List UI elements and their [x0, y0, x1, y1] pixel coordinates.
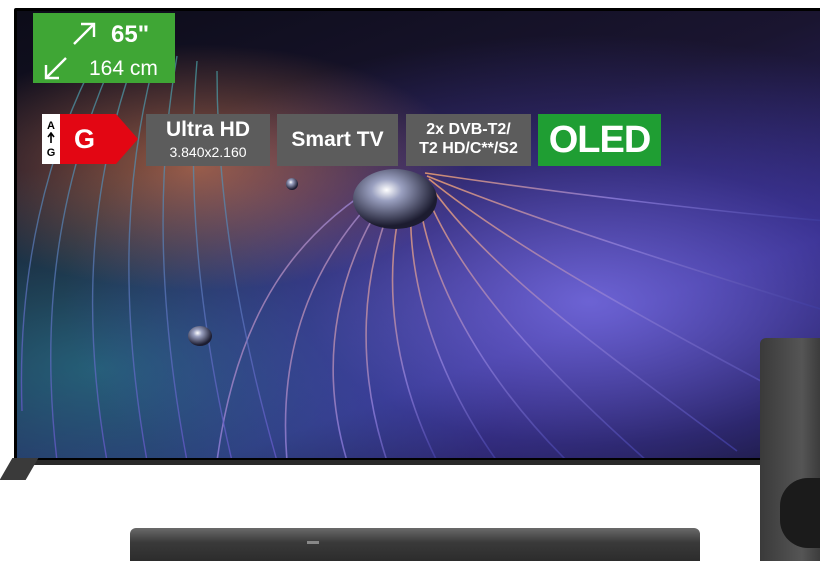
soundbar-image: [130, 528, 700, 561]
water-drop-tiny: [286, 178, 298, 190]
arrow-up-right-icon: [71, 21, 97, 52]
smart-tv-label: Smart TV: [291, 128, 384, 151]
ultra-hd-resolution: 3.840x2.160: [169, 144, 247, 160]
tuner-badge: 2x DVB-T2/ T2 HD/C**/S2: [406, 114, 531, 166]
screen-size-badge: 65" 164 cm: [33, 13, 175, 83]
energy-scale: A G: [42, 114, 60, 164]
arrow-down-left-icon: [43, 55, 69, 86]
energy-class-arrow: G: [60, 114, 138, 164]
smart-tv-badge: Smart TV: [277, 114, 398, 166]
ultra-hd-title: Ultra HD: [165, 118, 250, 141]
product-scene: 65" 164 cm A G G Ultra HD 3.840x2.160 Sm…: [0, 0, 820, 561]
tv-bottom-bezel: [14, 460, 820, 465]
screen-size-inches: 65": [111, 21, 150, 48]
tv-stand-foot: [0, 458, 39, 480]
arrow-up-icon: [47, 131, 55, 147]
energy-scale-top: A: [47, 119, 55, 132]
water-drop: [353, 169, 437, 229]
energy-scale-bottom: G: [46, 146, 56, 159]
water-drop-small: [188, 326, 212, 346]
subwoofer-port: [780, 478, 820, 548]
screen-size-cm: 164 cm: [89, 57, 158, 80]
ultra-hd-badge: Ultra HD 3.840x2.160: [146, 114, 270, 166]
tuner-line-2: T2 HD/C**/S2: [419, 140, 518, 157]
oled-badge: OLED: [538, 114, 661, 166]
soundbar-logo-mark: [307, 541, 319, 544]
tuner-line-1: 2x DVB-T2/: [426, 121, 511, 138]
energy-efficiency-label: A G G: [42, 114, 138, 164]
energy-class: G: [74, 124, 96, 154]
